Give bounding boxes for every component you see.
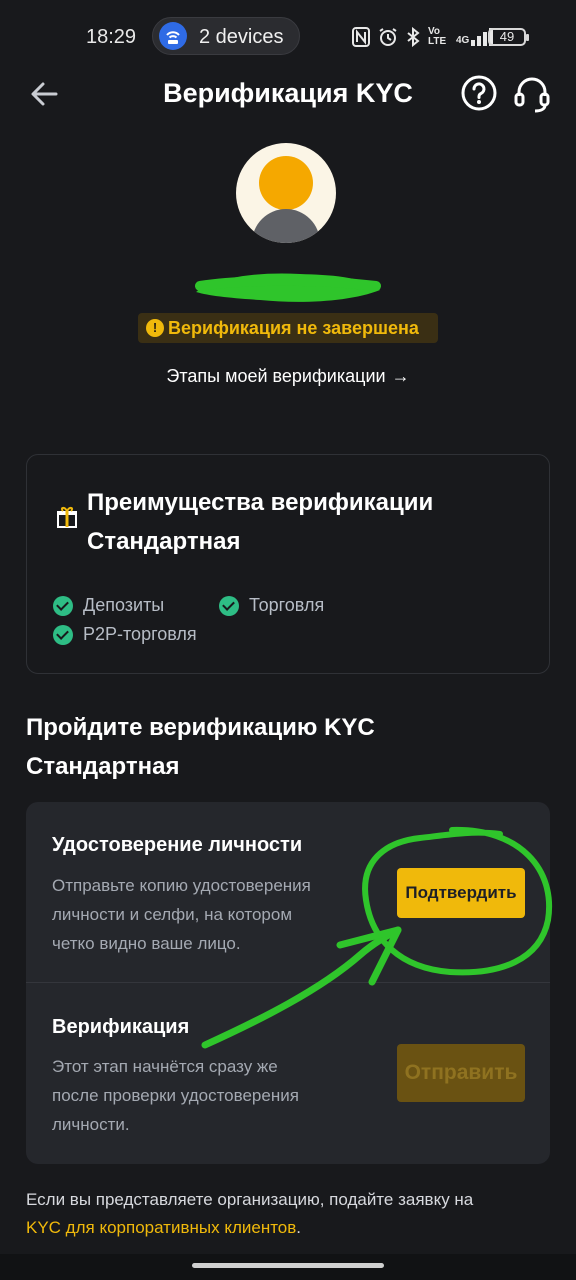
benefits-title-line2: Стандартная — [87, 528, 241, 555]
check-circle-icon — [219, 595, 239, 616]
verification-steps-label: Этапы моей верификации — [166, 366, 386, 386]
step-id-desc-line: четко видно ваше лицо. — [52, 934, 241, 953]
app-header: Верификация KYC — [0, 60, 576, 126]
step-id-title: Удостоверение личности — [52, 834, 303, 856]
footer-suffix: . — [296, 1218, 302, 1237]
step-verification-desc-line: Этот этап начнётся сразу же — [52, 1057, 278, 1076]
help-button[interactable] — [460, 74, 498, 112]
step-verification-description: Этот этап начнётся сразу же после провер… — [52, 1052, 352, 1139]
gift-icon — [57, 507, 77, 528]
step-id-desc-line: Отправьте копию удостоверения — [52, 876, 311, 895]
benefits-title-line1: Преимущества верификации — [87, 489, 434, 516]
headset-icon — [514, 77, 550, 113]
feature-deposits: Депозиты — [53, 595, 164, 616]
footer-text: Если вы представляете организацию, подай… — [26, 1190, 474, 1209]
network-type-label: 4G — [456, 35, 470, 46]
warning-icon: ! — [146, 319, 164, 337]
corporate-kyc-link[interactable]: KYC для корпоративных клиентов — [26, 1218, 296, 1237]
alarm-icon — [379, 28, 397, 46]
feature-label: P2P-торговля — [83, 624, 197, 644]
step-id-description: Отправьте копию удостоверения личности и… — [52, 871, 352, 958]
status-time: 18:29 — [86, 26, 137, 48]
feature-p2p: P2P-торговля — [53, 624, 197, 645]
redacted-username-scribble — [195, 273, 381, 302]
feature-trading: Торговля — [219, 595, 324, 616]
submit-button-disabled: Отправить — [397, 1044, 525, 1102]
check-circle-icon — [53, 595, 73, 616]
nfc-icon — [352, 27, 370, 47]
verification-steps-link[interactable]: Этапы моей верификации → — [0, 366, 576, 387]
kyc-title-line2: Стандартная — [26, 753, 180, 780]
step-verification-desc-line: личности. — [52, 1115, 130, 1134]
devices-label: 2 devices — [199, 26, 284, 48]
status-badge-label: Верификация не завершена — [168, 318, 419, 338]
kyc-title-line1: Пройдите верификацию KYC — [26, 714, 375, 741]
feature-label: Депозиты — [83, 595, 165, 615]
connected-devices-pill[interactable]: 2 devices — [152, 17, 300, 55]
benefits-card: Преимущества верификации Стандартная Деп… — [26, 454, 550, 674]
volte-icon: Vo LTE — [428, 26, 447, 47]
check-circle-icon — [53, 624, 73, 645]
wifi-router-icon — [159, 22, 187, 50]
step-id-desc-line: личности и селфи, на котором — [52, 905, 293, 924]
confirm-button[interactable]: Подтвердить — [397, 868, 525, 918]
status-badge: ! Верификация не завершена — [138, 313, 438, 343]
battery-icon: 49 — [488, 28, 529, 46]
user-avatar-icon — [252, 156, 320, 243]
step-verification-desc-line: после проверки удостоверения — [52, 1086, 299, 1105]
arrow-right-icon: → — [391, 366, 410, 386]
corporate-kyc-note: Если вы представляете организацию, подай… — [26, 1186, 556, 1242]
home-gesture-handle[interactable] — [192, 1263, 384, 1268]
kyc-section-title: Пройдите верификацию KYC Стандартная — [26, 708, 546, 786]
avatar — [236, 143, 336, 243]
kyc-steps-panel: Удостоверение личности Отправьте копию у… — [26, 802, 550, 1164]
feature-label: Торговля — [249, 595, 325, 615]
benefits-title: Преимущества верификации Стандартная — [87, 483, 433, 561]
step-verification-title: Верификация — [52, 1016, 190, 1038]
question-circle-icon — [461, 75, 497, 111]
divider — [26, 982, 550, 983]
support-button[interactable] — [512, 74, 552, 114]
bluetooth-icon — [407, 27, 420, 47]
status-icons: Vo LTE 4G — [352, 26, 494, 48]
